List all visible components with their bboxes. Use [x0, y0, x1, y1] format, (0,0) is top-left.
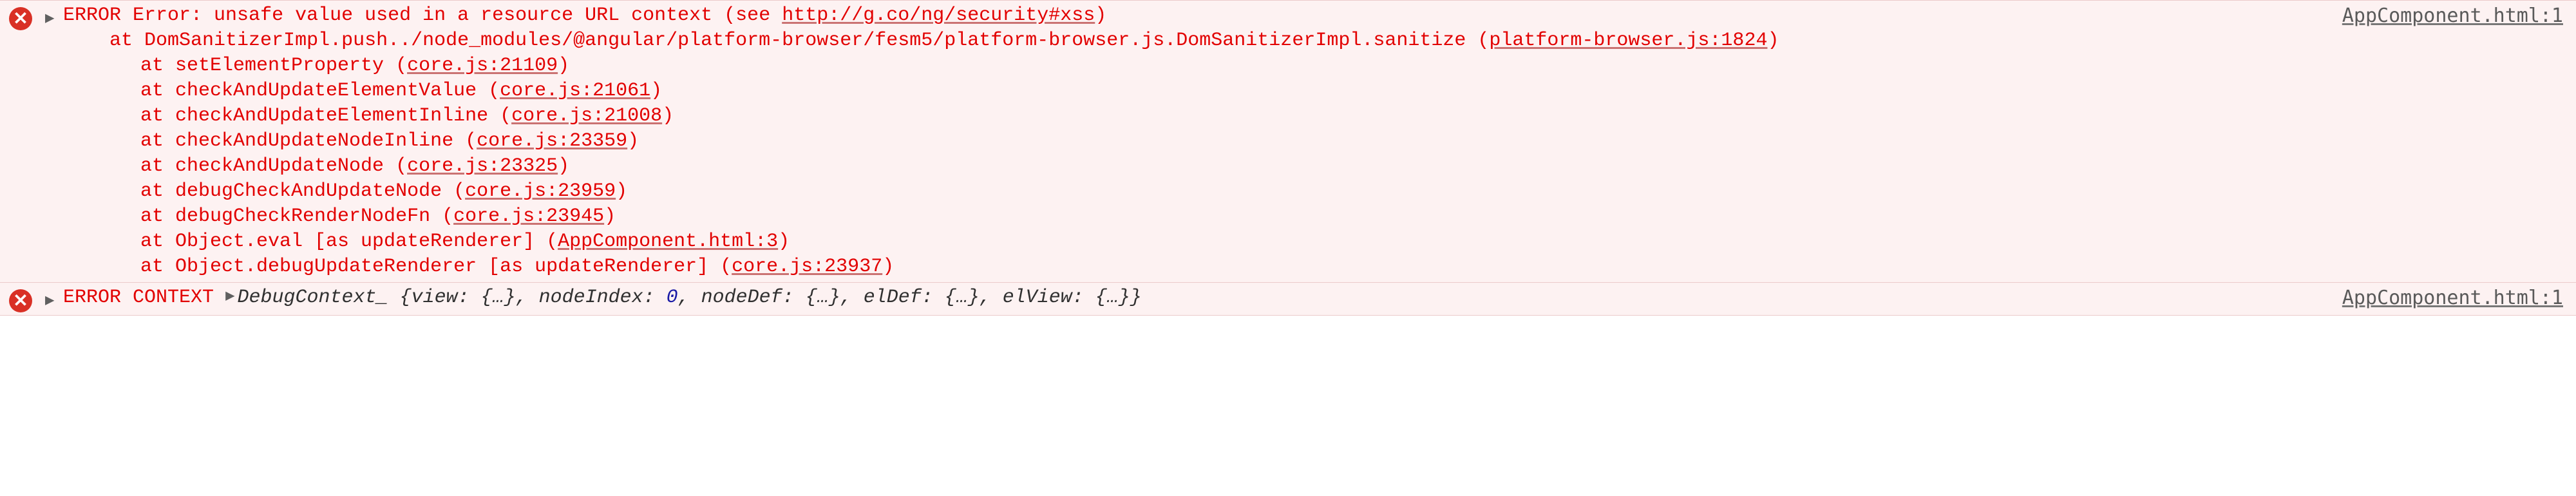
error-message[interactable]: ERROR Error: unsafe value used in a reso… [63, 3, 2576, 280]
stack-frame: at checkAndUpdateNodeInline (core.js:233… [63, 129, 2563, 154]
stack-frame: at checkAndUpdateNode (core.js:23325) [63, 154, 2563, 179]
source-link[interactable]: core.js:23359 [477, 130, 627, 152]
error-context-message[interactable]: ERROR CONTEXT ▶DebugContext_ {view: {…},… [63, 285, 2576, 310]
source-link[interactable]: AppComponent.html:3 [558, 231, 778, 253]
stack-frame: at setElementProperty (core.js:21109) [63, 53, 2563, 79]
gutter: ✕ [0, 3, 45, 30]
gutter: ✕ [0, 285, 45, 312]
origin-link[interactable]: AppComponent.html:1 [2342, 287, 2563, 309]
stack-frame: at Object.debugUpdateRenderer [as update… [63, 254, 2563, 280]
object-preview-num: 0 [667, 287, 678, 309]
chevron-right-icon[interactable]: ▶ [45, 3, 63, 28]
stack-frame: at checkAndUpdateElementInline (core.js:… [63, 104, 2563, 129]
stack-frame: at debugCheckRenderNodeFn (core.js:23945… [63, 204, 2563, 229]
chevron-right-icon[interactable]: ▶ [225, 287, 234, 307]
error-text: Error: unsafe value used in a resource U… [133, 5, 782, 26]
source-link[interactable]: core.js:23937 [732, 256, 882, 278]
origin-link[interactable]: AppComponent.html:1 [2342, 5, 2563, 27]
stack-frame: at checkAndUpdateElementValue (core.js:2… [63, 79, 2563, 104]
source-link[interactable]: core.js:21061 [500, 80, 650, 102]
error-suffix: ) [1095, 5, 1106, 26]
stack-frame: at Object.eval [as updateRenderer] (AppC… [63, 229, 2563, 254]
stack-wrap-post: ) [1767, 30, 1779, 52]
error-prefix: ERROR [63, 5, 121, 26]
object-class-name: DebugContext_ [238, 287, 388, 309]
stack-frame: at debugCheckAndUpdateNode (core.js:2395… [63, 179, 2563, 204]
source-link[interactable]: core.js:23959 [465, 180, 616, 202]
console-error-context-entry: ✕ ▶ ERROR CONTEXT ▶DebugContext_ {view: … [0, 283, 2576, 316]
source-link[interactable]: core.js:21008 [511, 105, 662, 127]
stack-wrap-link[interactable]: platform-browser.js:1824 [1489, 30, 1767, 52]
source-link[interactable]: core.js:23325 [407, 155, 558, 177]
object-preview-post: , nodeDef: {…}, elDef: {…}, elView: {…}} [678, 287, 1142, 309]
stack-wrap-pre: at DomSanitizerImpl.push../node_modules/… [63, 30, 1489, 52]
security-doc-link[interactable]: http://g.co/ng/security#xss [782, 5, 1095, 26]
object-preview-pre: {view: {…}, nodeIndex: [388, 287, 667, 309]
chevron-right-icon[interactable]: ▶ [45, 285, 63, 310]
error-icon: ✕ [9, 7, 32, 30]
error-context-label: ERROR CONTEXT [63, 287, 214, 309]
source-link[interactable]: core.js:23945 [453, 205, 604, 227]
source-link[interactable]: core.js:21109 [407, 55, 558, 77]
console-error-entry: ✕ ▶ ERROR Error: unsafe value used in a … [0, 0, 2576, 283]
error-icon: ✕ [9, 289, 32, 312]
